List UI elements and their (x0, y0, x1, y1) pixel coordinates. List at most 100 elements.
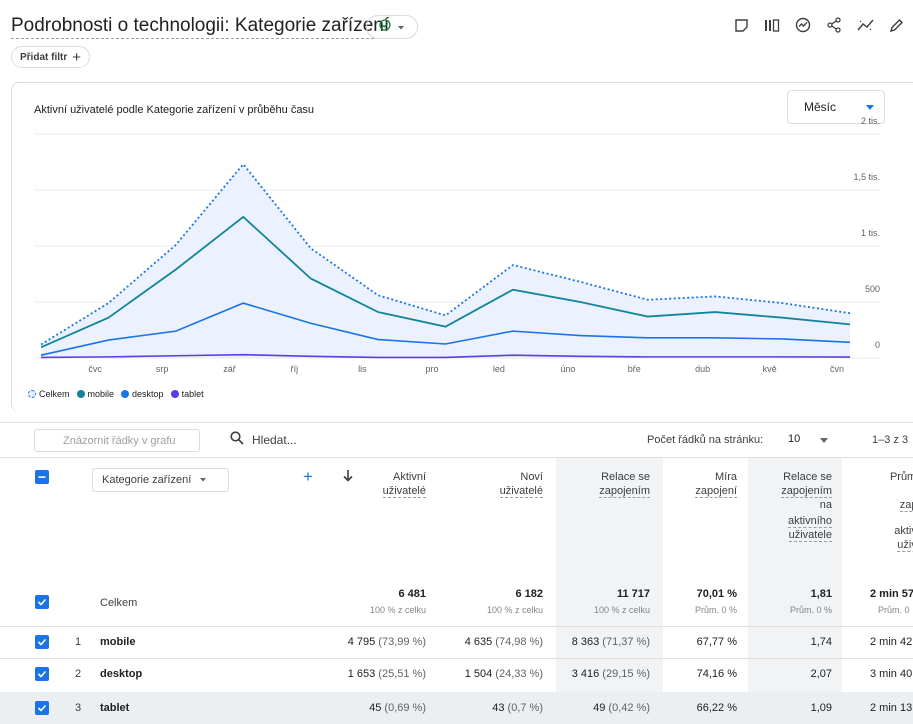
total-value: 70,01 % (696, 588, 737, 600)
total-sub: 100 % z celku (369, 605, 426, 615)
table-cell: 1,09 (748, 702, 832, 714)
y-tick-label: 500 (865, 284, 880, 294)
table-cell: 1 653 (25,51 %) (330, 668, 426, 680)
legend-item-desktop[interactable]: desktop (121, 389, 164, 399)
table-toolbar: Znázornit řádky v grafu Hledat... Počet … (0, 422, 913, 458)
x-tick-label: zář (223, 364, 237, 374)
y-tick-label: 1 tis. (861, 228, 880, 238)
cell-percentage: (25,51 %) (378, 668, 426, 680)
total-sub: Prům. 0 % (789, 605, 832, 615)
line-chart: 2 tis. 1,5 tis. 1 tis. 500 0 čvc srp zář říj lis… (34, 116, 880, 374)
total-value: 6 481 (398, 588, 426, 600)
data-table: Kategorie zařízení + Aktivní uživatelé N… (0, 458, 913, 724)
cell-value: 8 363 (571, 636, 600, 648)
cell-value: 49 (593, 702, 606, 714)
legend-label: mobile (87, 389, 115, 399)
cell-percentage: (0,69 %) (384, 702, 426, 714)
cell-value: 3 min 40 (870, 668, 913, 680)
column-header-engaged-sessions[interactable]: Relace se zapojením (570, 470, 650, 498)
total-sub: Prům. 0 % (694, 605, 737, 615)
cell-value: 1 653 (347, 668, 376, 680)
header-line: Aktivní (392, 471, 426, 483)
search-box[interactable]: Hledat... (230, 431, 297, 448)
header-line: Noví (520, 471, 543, 483)
sort-desc-icon[interactable] (343, 470, 353, 485)
row-dimension-link[interactable]: tablet (100, 702, 129, 714)
total-value: 6 182 (515, 588, 543, 600)
header-line: Relace se (783, 471, 832, 483)
legend-item-celkem[interactable]: Celkem (28, 389, 70, 399)
total-sub: 100 % z celku (486, 605, 543, 615)
cell-value: 66,22 % (696, 702, 737, 714)
cell-percentage: (29,15 %) (602, 668, 650, 680)
cell-value: 4 795 (347, 636, 376, 648)
header-line: uživat (897, 539, 913, 552)
row-divider (0, 626, 913, 627)
header-line: Relace se (601, 471, 650, 483)
cell-percentage: (73,99 %) (378, 636, 426, 648)
row-dimension-link[interactable]: desktop (100, 668, 142, 680)
header-line: uživatelé (499, 485, 543, 498)
legend-label: desktop (132, 389, 164, 399)
legend-swatch-tablet (170, 390, 179, 398)
select-all-checkbox[interactable] (35, 470, 49, 484)
cell-value: 74,16 % (696, 668, 737, 680)
column-header-engagement-rate[interactable]: Míra zapojení (670, 470, 737, 498)
table-cell: 67,77 % (663, 636, 737, 648)
cell-value: 45 (369, 702, 382, 714)
row-number: 3 (75, 702, 82, 714)
cell-value: 2 min 13 (870, 702, 913, 714)
y-tick-label: 0 (875, 340, 880, 350)
rows-per-page-value: 10 (788, 433, 801, 445)
table-cell: 2 min 42 (870, 636, 913, 648)
x-tick-label: úno (560, 364, 575, 374)
header-line: aktivního (787, 515, 832, 528)
cell-value: 4 635 (464, 636, 493, 648)
column-header-active-users[interactable]: Aktivní uživatelé (360, 470, 426, 498)
y-tick-label: 1,5 tis. (853, 172, 880, 182)
cell-percentage: (74,98 %) (495, 636, 543, 648)
legend-item-tablet[interactable]: tablet (170, 389, 204, 399)
x-tick-label: čvn (830, 364, 844, 374)
series-area-celkem (41, 164, 850, 358)
total-row-label: Celkem (100, 597, 138, 609)
row-checkbox[interactable] (35, 667, 49, 681)
column-header-avg-engagement[interactable]: Průměr do zapoj aktivní uživat (866, 470, 913, 552)
row-dimension-link[interactable]: mobile (100, 636, 135, 648)
x-tick-label: pro (426, 364, 439, 374)
caret-down-icon (820, 438, 828, 443)
search-icon (230, 431, 244, 448)
column-header-new-users[interactable]: Noví uživatelé (470, 470, 543, 498)
x-tick-label: lis (358, 364, 367, 374)
row-number: 2 (75, 668, 82, 680)
dimension-select[interactable]: Kategorie zařízení (92, 468, 229, 492)
legend-item-mobile[interactable]: mobile (76, 389, 115, 399)
cell-value: 2,07 (810, 668, 832, 680)
header-line: zapojení (695, 485, 737, 498)
cell-value: 1 504 (464, 668, 493, 680)
x-tick-label: bře (628, 364, 641, 374)
cell-percentage: (24,33 %) (495, 668, 543, 680)
table-cell: 2,07 (748, 668, 832, 680)
search-input[interactable]: Hledat... (252, 433, 297, 447)
cell-value: 2 min 42 (870, 636, 913, 648)
table-cell: 43 (0,7 %) (440, 702, 543, 714)
header-line: Míra (715, 471, 737, 483)
add-dimension-button[interactable]: + (303, 468, 313, 485)
table-cell: 1,74 (748, 636, 832, 648)
row-checkbox[interactable] (35, 595, 49, 609)
total-value: 11 717 (616, 588, 650, 600)
row-checkbox[interactable] (35, 701, 49, 715)
column-header-sessions-per-user[interactable]: Relace se zapojením na aktivního uživate… (760, 470, 832, 542)
x-tick-label: dub (695, 364, 710, 374)
rows-per-page-select[interactable]: 10 (788, 433, 828, 445)
table-cell: 66,22 % (663, 702, 737, 714)
table-cell: 3 416 (29,15 %) (556, 668, 650, 680)
row-checkbox[interactable] (35, 635, 49, 649)
total-sub: 100 % z celku (593, 605, 650, 615)
table-cell: 8 363 (71,37 %) (556, 636, 650, 648)
cell-value: 67,77 % (696, 636, 737, 648)
pagination-info: 1–3 z 3 (872, 434, 909, 446)
plot-rows-button[interactable]: Znázornit řádky v grafu (34, 429, 200, 452)
header-line: Průměr (889, 471, 913, 483)
